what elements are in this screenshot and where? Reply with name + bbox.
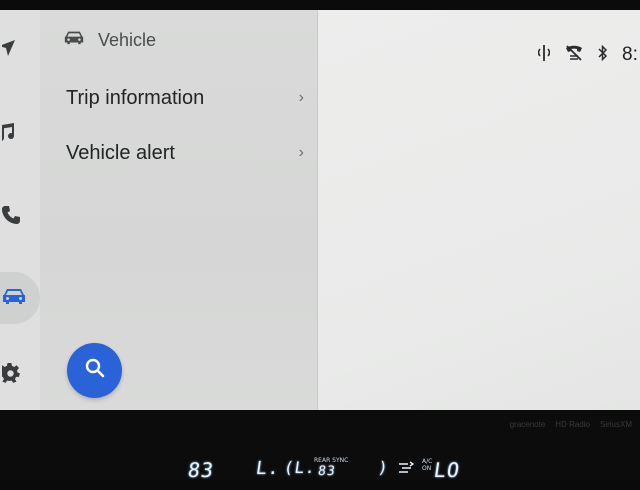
screen-bezel-top [0, 0, 640, 10]
brand-logo: SiriusXM [599, 420, 632, 429]
rail-item-vehicle[interactable] [0, 272, 40, 324]
menu-item-vehicle-alert[interactable]: Vehicle alert › [66, 133, 306, 173]
menu-item-label: Vehicle alert [66, 141, 175, 164]
left-fan-indicator-icon: L. [254, 458, 282, 479]
screen-bezel-bottom: gracenote HD Radio SiriusXM 83 L. (L. RE… [0, 410, 640, 482]
wireless-charging-icon [537, 44, 551, 67]
airflow-icon [398, 460, 415, 479]
clock: 8: [622, 44, 638, 65]
rear-temperature: 83 [316, 464, 337, 479]
chevron-right-icon: › [298, 89, 304, 106]
brand-logos: gracenote HD Radio SiriusXM [510, 420, 632, 429]
car-icon [0, 287, 26, 310]
left-temperature: 83 [186, 458, 216, 482]
menu-item-label: Trip information [66, 86, 205, 109]
phone-icon [0, 205, 22, 230]
navigation-arrow-icon [0, 39, 20, 62]
brand-logo: HD Radio [555, 420, 590, 429]
search-button[interactable] [67, 343, 122, 398]
rear-sync-label: REAR SYNC [314, 457, 349, 464]
right-temperature: LO [432, 458, 462, 482]
climate-display: 83 L. (L. REAR SYNC 83 ) A/C ON LO [0, 454, 640, 490]
rail-item-navigation[interactable] [0, 24, 40, 76]
rear-bracket-right: ) [376, 458, 390, 477]
chevron-right-icon: › [298, 144, 304, 161]
rail-item-settings[interactable] [0, 350, 40, 402]
rear-bracket-left: (L. [282, 458, 318, 477]
car-icon [64, 30, 84, 50]
page-title: Vehicle [98, 29, 157, 50]
ac-on-label: A/C ON [422, 458, 433, 472]
music-note-icon [0, 122, 20, 147]
phone-muted-icon [564, 44, 584, 67]
content-area: 8: [318, 10, 640, 410]
gear-icon [0, 362, 24, 390]
rail-item-phone[interactable] [0, 191, 40, 243]
search-icon [84, 357, 106, 384]
menu-item-trip-information[interactable]: Trip information › [66, 78, 306, 118]
status-bar: 8: [537, 44, 640, 67]
nav-rail [0, 10, 41, 410]
vehicle-menu-panel: Vehicle Trip information › Vehicle alert… [40, 10, 318, 410]
bluetooth-icon [598, 44, 608, 67]
panel-header: Vehicle [64, 26, 156, 54]
rail-item-media[interactable] [0, 108, 40, 160]
brand-logo: gracenote [509, 420, 546, 429]
infotainment-screen: Vehicle Trip information › Vehicle alert… [0, 10, 640, 410]
